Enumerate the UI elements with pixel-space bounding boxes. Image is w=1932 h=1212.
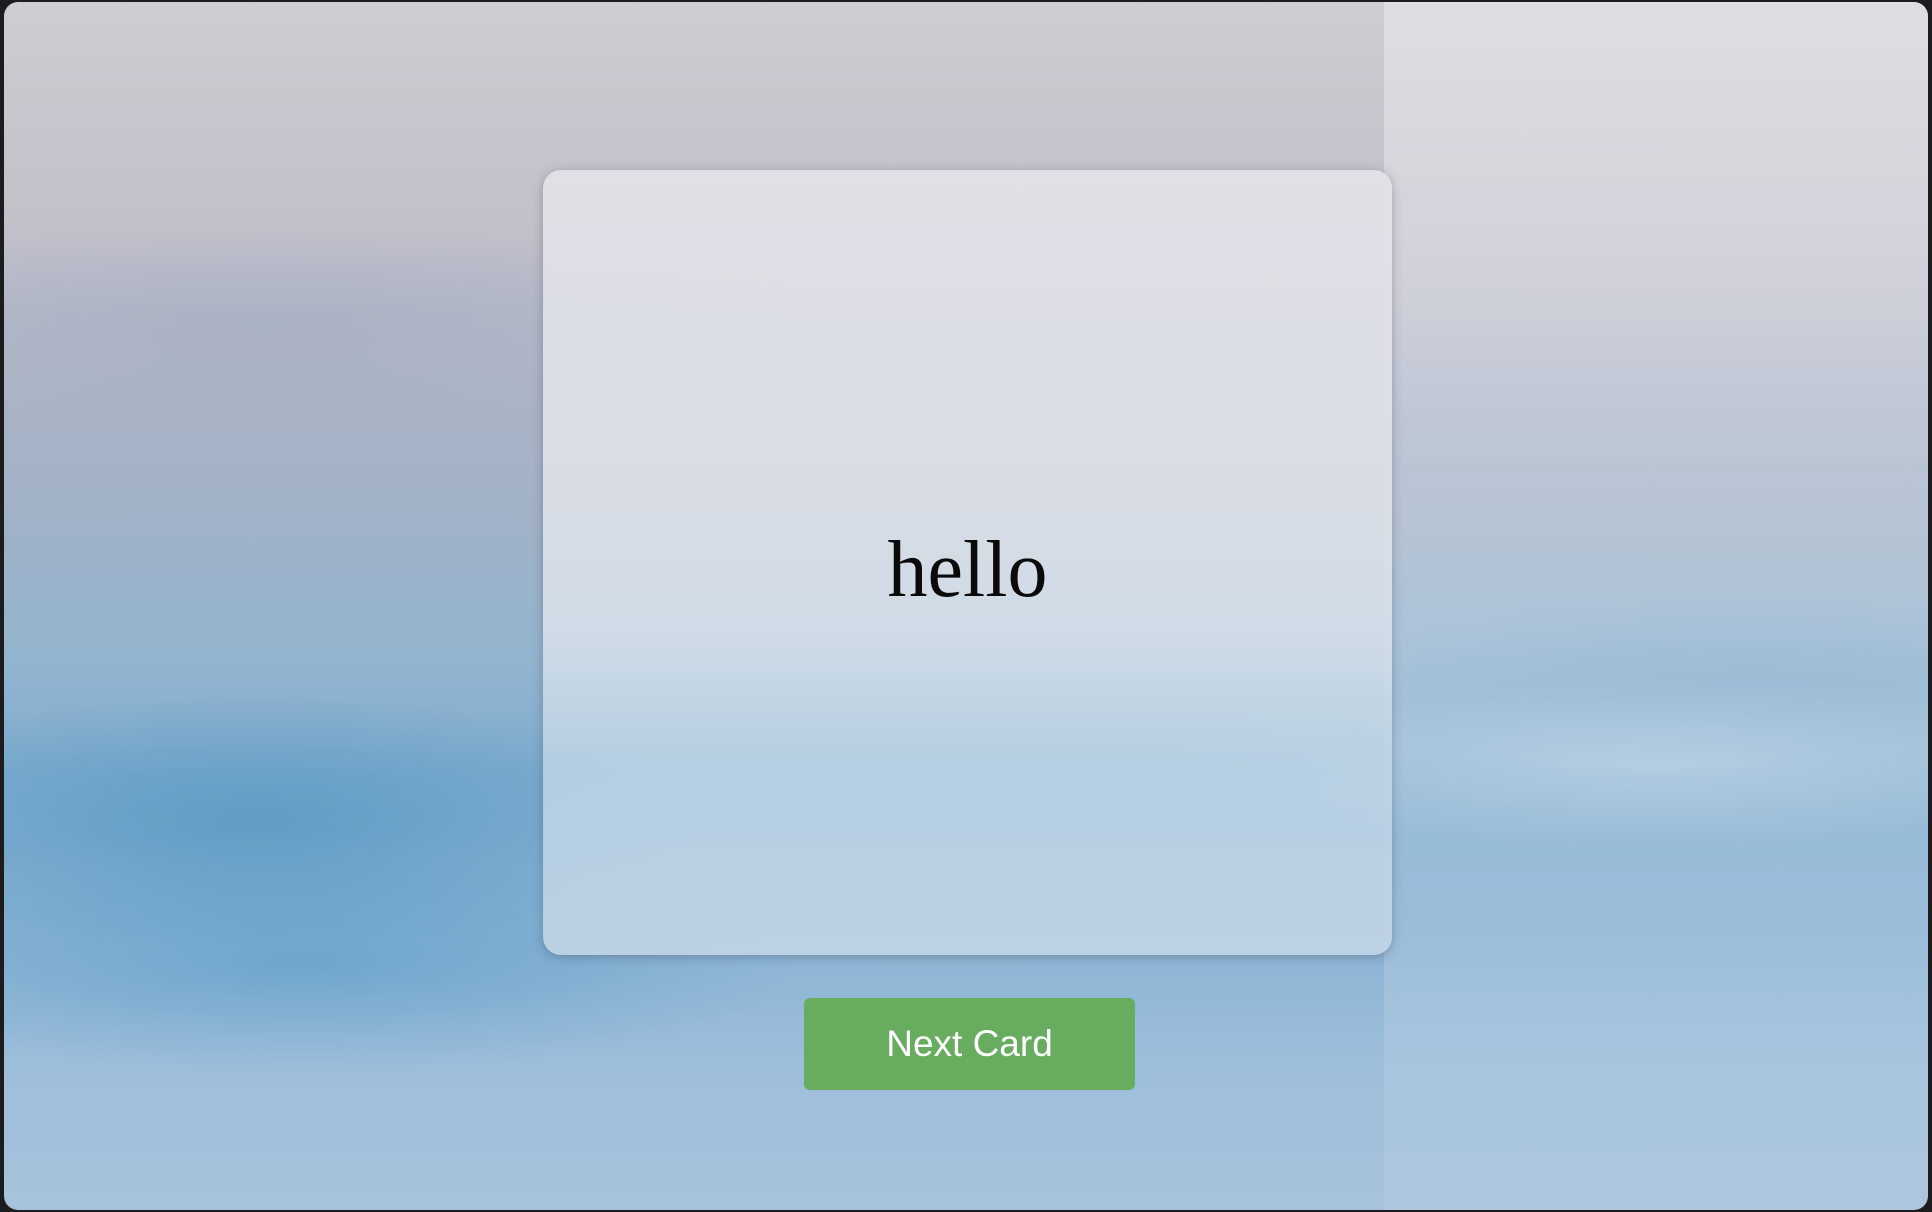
app-window: hello Next Card (4, 2, 1928, 1210)
flashcard[interactable]: hello (543, 170, 1392, 955)
card-word: hello (887, 526, 1048, 614)
next-card-button[interactable]: Next Card (804, 998, 1135, 1090)
